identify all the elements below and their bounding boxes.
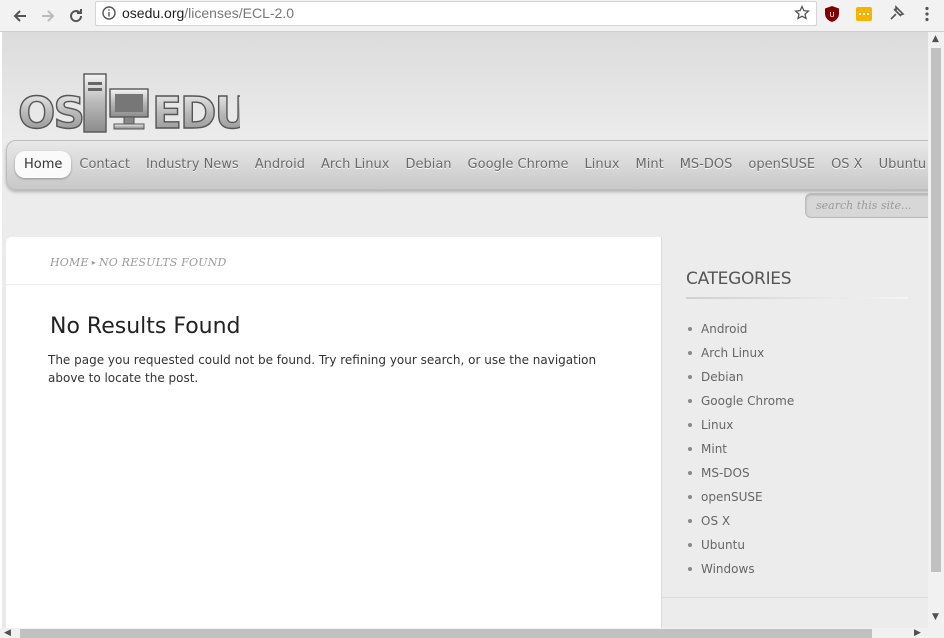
nav-item-linux[interactable]: Linux — [577, 151, 628, 178]
category-link[interactable]: Android — [701, 322, 747, 336]
category-item[interactable]: Ubuntu — [688, 533, 794, 557]
breadcrumb: HOME ▸ NO RESULTS FOUND — [50, 256, 227, 269]
category-item[interactable]: Linux — [688, 413, 794, 437]
svg-text:U: U — [829, 11, 834, 19]
nav-item-opensuse[interactable]: openSUSE — [740, 151, 823, 178]
bullet-icon — [688, 327, 692, 331]
menu-icon[interactable] — [918, 5, 936, 23]
bullet-icon — [688, 447, 692, 451]
category-item[interactable]: MS-DOS — [688, 461, 794, 485]
svg-text:OS: OS — [18, 88, 83, 134]
url-path: /licenses/ECL-2.0 — [184, 5, 294, 21]
arrow-left-icon — [13, 10, 26, 22]
category-link[interactable]: Windows — [701, 562, 755, 576]
back-button[interactable] — [8, 4, 32, 28]
reload-icon — [70, 9, 83, 23]
horizontal-scroll-thumb[interactable] — [20, 629, 872, 638]
ublock-icon[interactable]: U — [823, 5, 841, 23]
bullet-icon — [688, 351, 692, 355]
bullet-icon — [688, 471, 692, 475]
sidebar-divider — [662, 597, 928, 598]
nav-item-industry-news[interactable]: Industry News — [138, 151, 247, 178]
nav-item-debian[interactable]: Debian — [397, 151, 459, 178]
category-item[interactable]: Mint — [688, 437, 794, 461]
scroll-right-icon[interactable]: ▶ — [914, 628, 921, 638]
nav-item-mint[interactable]: Mint — [628, 151, 672, 178]
breadcrumb-current: NO RESULTS FOUND — [98, 256, 227, 269]
url-host: osedu.org — [122, 5, 185, 21]
category-link[interactable]: OS X — [701, 514, 730, 528]
bullet-icon — [688, 375, 692, 379]
heading-underline — [686, 297, 908, 299]
nav-item-ms-dos[interactable]: MS-DOS — [672, 151, 741, 178]
scroll-up-icon[interactable]: ▲ — [932, 34, 939, 44]
divider — [6, 284, 661, 285]
breadcrumb-separator-icon: ▸ — [91, 258, 96, 267]
sidebar: CATEGORIES Android Arch Linux Debian Google… — [661, 237, 928, 628]
main-content: HOME ▸ NO RESULTS FOUND No Results Found T… — [6, 237, 661, 628]
nav-item-arch-linux[interactable]: Arch Linux — [313, 151, 398, 178]
bullet-icon — [688, 567, 692, 571]
nav-item-google-chrome[interactable]: Google Chrome — [460, 151, 577, 178]
category-link[interactable]: Ubuntu — [701, 538, 745, 552]
reload-button[interactable] — [64, 4, 88, 28]
browser-toolbar: osedu.org/licenses/ECL-2.0 U — [0, 0, 944, 32]
scroll-down-icon[interactable]: ▼ — [932, 612, 939, 622]
category-link[interactable]: Mint — [701, 442, 727, 456]
extension-yellow-icon[interactable] — [855, 5, 873, 23]
forward-button[interactable] — [36, 4, 60, 28]
category-item[interactable]: Google Chrome — [688, 389, 794, 413]
category-link[interactable]: Linux — [701, 418, 733, 432]
bullet-icon — [688, 495, 692, 499]
category-item[interactable]: Windows — [688, 557, 794, 581]
breadcrumb-home-link[interactable]: HOME — [50, 256, 89, 269]
pin-icon[interactable] — [887, 5, 905, 23]
category-item[interactable]: Arch Linux — [688, 341, 794, 365]
categories-heading: CATEGORIES — [686, 269, 792, 289]
category-item[interactable]: Debian — [688, 365, 794, 389]
category-list: Android Arch Linux Debian Google Chrome Linu… — [688, 317, 794, 581]
bullet-icon — [688, 543, 692, 547]
vertical-scroll-thumb[interactable] — [931, 48, 941, 572]
site-logo[interactable]: OS EDU — [16, 72, 240, 134]
nav-item-ubuntu[interactable]: Ubuntu — [871, 151, 928, 178]
category-link[interactable]: openSUSE — [701, 490, 763, 504]
arrow-right-icon — [42, 10, 55, 22]
nav-list: Home Contact Industry News Android Arch Linu… — [15, 151, 928, 178]
page-viewport: OS EDU Home Contact Industry News Android Ar… — [2, 32, 928, 628]
main-nav: Home Contact Industry News Android Arch Linu… — [6, 140, 928, 190]
nav-item-os-x[interactable]: OS X — [823, 151, 871, 178]
scroll-left-icon[interactable]: ◀ — [4, 628, 11, 638]
address-bar[interactable]: osedu.org/licenses/ECL-2.0 — [95, 1, 817, 26]
nav-item-android[interactable]: Android — [247, 151, 313, 178]
page-title: No Results Found — [50, 314, 241, 339]
url-text: osedu.org/licenses/ECL-2.0 — [122, 5, 294, 21]
bookmark-star-icon[interactable] — [794, 5, 810, 21]
nav-item-home[interactable]: Home — [15, 151, 72, 178]
bullet-icon — [688, 399, 692, 403]
category-link[interactable]: Debian — [701, 370, 744, 384]
category-item[interactable]: OS X — [688, 509, 794, 533]
category-item[interactable]: Android — [688, 317, 794, 341]
category-item[interactable]: openSUSE — [688, 485, 794, 509]
bullet-icon — [688, 423, 692, 427]
search-placeholder: search this site... — [816, 199, 912, 212]
category-link[interactable]: Arch Linux — [701, 346, 764, 360]
category-link[interactable]: Google Chrome — [701, 394, 794, 408]
info-icon[interactable] — [102, 6, 116, 20]
category-link[interactable]: MS-DOS — [701, 466, 750, 480]
not-found-message: The page you requested could not be foun… — [48, 353, 597, 385]
bullet-icon — [688, 519, 692, 523]
site-search-input[interactable]: search this site... — [805, 193, 928, 218]
svg-text:EDU: EDU — [152, 88, 240, 134]
nav-item-contact[interactable]: Contact — [71, 151, 138, 178]
